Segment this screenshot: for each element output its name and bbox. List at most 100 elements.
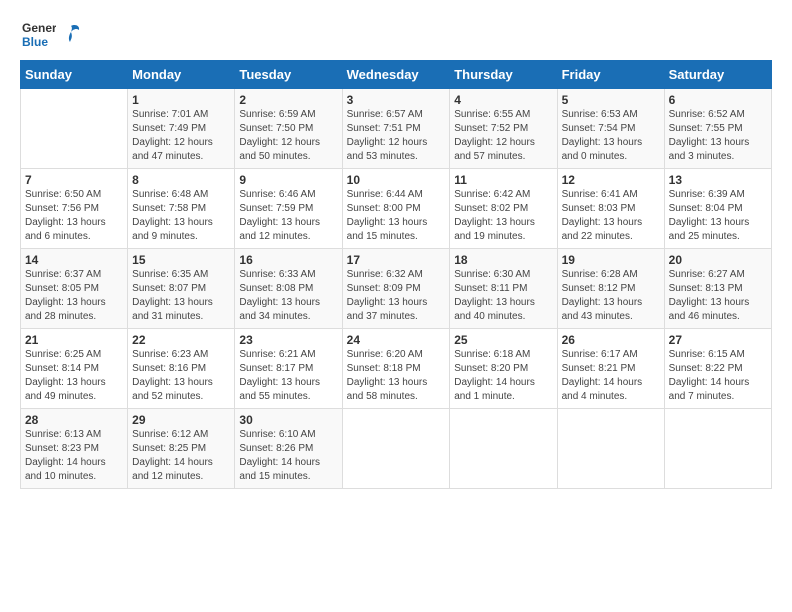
- calendar-cell: 8Sunrise: 6:48 AMSunset: 7:58 PMDaylight…: [128, 169, 235, 249]
- weekday-header-tuesday: Tuesday: [235, 61, 342, 89]
- day-info: Sunrise: 6:50 AMSunset: 7:56 PMDaylight:…: [25, 188, 123, 244]
- day-info: Sunrise: 6:42 AMSunset: 8:02 PMDaylight:…: [454, 188, 552, 244]
- day-number: 30: [239, 413, 337, 427]
- weekday-header-wednesday: Wednesday: [342, 61, 450, 89]
- calendar-cell: 26Sunrise: 6:17 AMSunset: 8:21 PMDayligh…: [557, 329, 664, 409]
- day-info: Sunrise: 6:13 AMSunset: 8:23 PMDaylight:…: [25, 428, 123, 484]
- calendar-cell: 25Sunrise: 6:18 AMSunset: 8:20 PMDayligh…: [450, 329, 557, 409]
- day-number: 16: [239, 253, 337, 267]
- day-number: 5: [562, 93, 660, 107]
- day-number: 11: [454, 173, 552, 187]
- week-row-3: 21Sunrise: 6:25 AMSunset: 8:14 PMDayligh…: [21, 329, 772, 409]
- day-info: Sunrise: 6:57 AMSunset: 7:51 PMDaylight:…: [347, 108, 446, 164]
- day-number: 18: [454, 253, 552, 267]
- calendar-cell: 29Sunrise: 6:12 AMSunset: 8:25 PMDayligh…: [128, 409, 235, 489]
- day-info: Sunrise: 7:01 AMSunset: 7:49 PMDaylight:…: [132, 108, 230, 164]
- weekday-header-monday: Monday: [128, 61, 235, 89]
- day-number: 27: [669, 333, 767, 347]
- svg-text:Blue: Blue: [22, 35, 48, 49]
- calendar-cell: 27Sunrise: 6:15 AMSunset: 8:22 PMDayligh…: [664, 329, 771, 409]
- day-number: 15: [132, 253, 230, 267]
- day-info: Sunrise: 6:52 AMSunset: 7:55 PMDaylight:…: [669, 108, 767, 164]
- calendar-cell: 3Sunrise: 6:57 AMSunset: 7:51 PMDaylight…: [342, 89, 450, 169]
- calendar-cell: 2Sunrise: 6:59 AMSunset: 7:50 PMDaylight…: [235, 89, 342, 169]
- weekday-header-saturday: Saturday: [664, 61, 771, 89]
- day-number: 22: [132, 333, 230, 347]
- day-number: 24: [347, 333, 446, 347]
- calendar-table: SundayMondayTuesdayWednesdayThursdayFrid…: [20, 60, 772, 489]
- day-number: 13: [669, 173, 767, 187]
- day-info: Sunrise: 6:23 AMSunset: 8:16 PMDaylight:…: [132, 348, 230, 404]
- calendar-cell: 11Sunrise: 6:42 AMSunset: 8:02 PMDayligh…: [450, 169, 557, 249]
- day-info: Sunrise: 6:15 AMSunset: 8:22 PMDaylight:…: [669, 348, 767, 404]
- calendar-cell: 22Sunrise: 6:23 AMSunset: 8:16 PMDayligh…: [128, 329, 235, 409]
- day-info: Sunrise: 6:46 AMSunset: 7:59 PMDaylight:…: [239, 188, 337, 244]
- day-info: Sunrise: 6:33 AMSunset: 8:08 PMDaylight:…: [239, 268, 337, 324]
- calendar-cell: [664, 409, 771, 489]
- day-info: Sunrise: 6:25 AMSunset: 8:14 PMDaylight:…: [25, 348, 123, 404]
- day-number: 3: [347, 93, 446, 107]
- day-number: 14: [25, 253, 123, 267]
- day-number: 4: [454, 93, 552, 107]
- calendar-cell: 18Sunrise: 6:30 AMSunset: 8:11 PMDayligh…: [450, 249, 557, 329]
- logo: General Blue: [20, 16, 82, 52]
- day-info: Sunrise: 6:28 AMSunset: 8:12 PMDaylight:…: [562, 268, 660, 324]
- page-container: General Blue SundayMondayTuesdayWednesda…: [0, 0, 792, 499]
- calendar-cell: [450, 409, 557, 489]
- weekday-header-sunday: Sunday: [21, 61, 128, 89]
- day-info: Sunrise: 6:41 AMSunset: 8:03 PMDaylight:…: [562, 188, 660, 244]
- calendar-cell: 30Sunrise: 6:10 AMSunset: 8:26 PMDayligh…: [235, 409, 342, 489]
- day-info: Sunrise: 6:20 AMSunset: 8:18 PMDaylight:…: [347, 348, 446, 404]
- day-number: 10: [347, 173, 446, 187]
- weekday-header-row: SundayMondayTuesdayWednesdayThursdayFrid…: [21, 61, 772, 89]
- calendar-cell: 28Sunrise: 6:13 AMSunset: 8:23 PMDayligh…: [21, 409, 128, 489]
- day-info: Sunrise: 6:37 AMSunset: 8:05 PMDaylight:…: [25, 268, 123, 324]
- day-info: Sunrise: 6:53 AMSunset: 7:54 PMDaylight:…: [562, 108, 660, 164]
- day-info: Sunrise: 6:48 AMSunset: 7:58 PMDaylight:…: [132, 188, 230, 244]
- day-number: 6: [669, 93, 767, 107]
- calendar-cell: 20Sunrise: 6:27 AMSunset: 8:13 PMDayligh…: [664, 249, 771, 329]
- day-number: 28: [25, 413, 123, 427]
- header: General Blue: [20, 16, 772, 52]
- svg-text:General: General: [22, 21, 56, 35]
- day-info: Sunrise: 6:44 AMSunset: 8:00 PMDaylight:…: [347, 188, 446, 244]
- day-number: 26: [562, 333, 660, 347]
- day-number: 1: [132, 93, 230, 107]
- day-number: 25: [454, 333, 552, 347]
- calendar-cell: 10Sunrise: 6:44 AMSunset: 8:00 PMDayligh…: [342, 169, 450, 249]
- calendar-cell: 7Sunrise: 6:50 AMSunset: 7:56 PMDaylight…: [21, 169, 128, 249]
- day-number: 20: [669, 253, 767, 267]
- calendar-cell: 1Sunrise: 7:01 AMSunset: 7:49 PMDaylight…: [128, 89, 235, 169]
- calendar-cell: 13Sunrise: 6:39 AMSunset: 8:04 PMDayligh…: [664, 169, 771, 249]
- day-number: 9: [239, 173, 337, 187]
- calendar-cell: 6Sunrise: 6:52 AMSunset: 7:55 PMDaylight…: [664, 89, 771, 169]
- day-number: 21: [25, 333, 123, 347]
- day-number: 7: [25, 173, 123, 187]
- day-number: 8: [132, 173, 230, 187]
- day-info: Sunrise: 6:17 AMSunset: 8:21 PMDaylight:…: [562, 348, 660, 404]
- day-number: 2: [239, 93, 337, 107]
- calendar-cell: 5Sunrise: 6:53 AMSunset: 7:54 PMDaylight…: [557, 89, 664, 169]
- calendar-cell: 21Sunrise: 6:25 AMSunset: 8:14 PMDayligh…: [21, 329, 128, 409]
- calendar-cell: 16Sunrise: 6:33 AMSunset: 8:08 PMDayligh…: [235, 249, 342, 329]
- day-info: Sunrise: 6:59 AMSunset: 7:50 PMDaylight:…: [239, 108, 337, 164]
- day-number: 19: [562, 253, 660, 267]
- calendar-cell: 19Sunrise: 6:28 AMSunset: 8:12 PMDayligh…: [557, 249, 664, 329]
- calendar-cell: 4Sunrise: 6:55 AMSunset: 7:52 PMDaylight…: [450, 89, 557, 169]
- weekday-header-thursday: Thursday: [450, 61, 557, 89]
- calendar-cell: 12Sunrise: 6:41 AMSunset: 8:03 PMDayligh…: [557, 169, 664, 249]
- day-info: Sunrise: 6:32 AMSunset: 8:09 PMDaylight:…: [347, 268, 446, 324]
- day-info: Sunrise: 6:35 AMSunset: 8:07 PMDaylight:…: [132, 268, 230, 324]
- day-info: Sunrise: 6:18 AMSunset: 8:20 PMDaylight:…: [454, 348, 552, 404]
- calendar-cell: 9Sunrise: 6:46 AMSunset: 7:59 PMDaylight…: [235, 169, 342, 249]
- week-row-4: 28Sunrise: 6:13 AMSunset: 8:23 PMDayligh…: [21, 409, 772, 489]
- week-row-2: 14Sunrise: 6:37 AMSunset: 8:05 PMDayligh…: [21, 249, 772, 329]
- day-info: Sunrise: 6:55 AMSunset: 7:52 PMDaylight:…: [454, 108, 552, 164]
- weekday-header-friday: Friday: [557, 61, 664, 89]
- calendar-cell: 15Sunrise: 6:35 AMSunset: 8:07 PMDayligh…: [128, 249, 235, 329]
- week-row-1: 7Sunrise: 6:50 AMSunset: 7:56 PMDaylight…: [21, 169, 772, 249]
- logo-svg: General Blue: [20, 16, 56, 52]
- day-info: Sunrise: 6:12 AMSunset: 8:25 PMDaylight:…: [132, 428, 230, 484]
- day-info: Sunrise: 6:27 AMSunset: 8:13 PMDaylight:…: [669, 268, 767, 324]
- calendar-cell: 23Sunrise: 6:21 AMSunset: 8:17 PMDayligh…: [235, 329, 342, 409]
